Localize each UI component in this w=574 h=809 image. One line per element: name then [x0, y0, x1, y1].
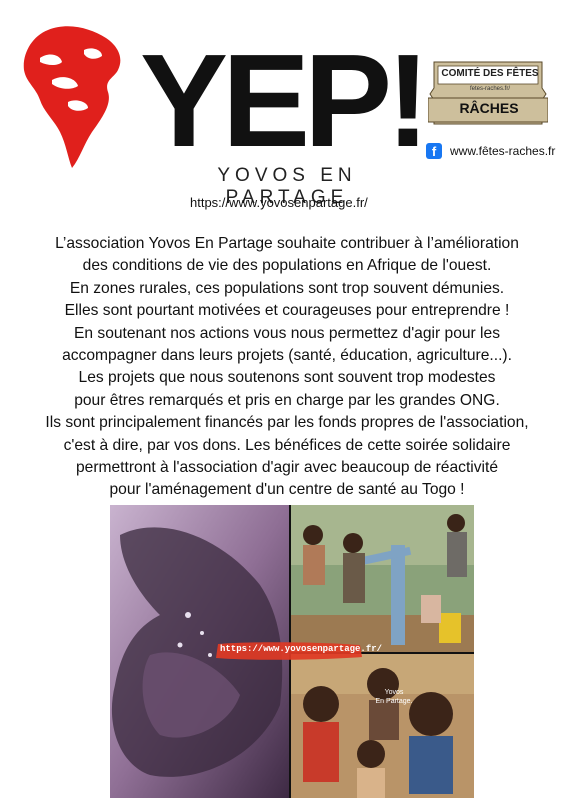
overlay-brand-line: En Partage. — [375, 698, 413, 705]
body-line: L’association Yovos En Partage souhaite … — [55, 235, 519, 252]
page-title: YEP! — [140, 27, 425, 168]
body-line: des conditions de vie des populations en… — [82, 257, 492, 275]
title-text: YEP! — [140, 27, 424, 168]
body-line: pour êtres remarqués et pris en charge p… — [74, 391, 500, 409]
facebook-url[interactable]: www.fêtes-raches.fr — [450, 144, 555, 158]
body-line: c'est à dire, par vos dons. Les bénéfice… — [63, 436, 511, 454]
website-link[interactable]: https://www.yovosenpartage.fr/ — [190, 195, 420, 210]
overlay-url: https://www.yovosenpartage.fr/ — [220, 644, 383, 654]
body-text: L’association Yovos En Partage souhaite … — [6, 233, 568, 502]
body-line: accompagner dans leurs projets (santé, é… — [62, 347, 512, 365]
overlay-brand: Yovos En Partage. — [370, 688, 418, 706]
body-line: Elles sont pourtant motivées et courageu… — [64, 302, 510, 320]
badge-title: COMITÉ DES FÊTES — [441, 68, 539, 79]
body-line: pour l'aménagement d'un centre de santé … — [109, 481, 465, 499]
water-pump-photo — [291, 505, 474, 652]
badge-url: fetes-raches.fr/ — [469, 86, 510, 92]
children-photo — [291, 654, 474, 798]
overlay-brand-line: Yovos — [384, 689, 404, 696]
badge-name: RÂCHES — [459, 100, 519, 116]
africa-hand-logo — [23, 26, 121, 169]
body-line: permettront à l'association d'agir avec … — [75, 459, 499, 477]
body-line: Ils sont principalement financés par les… — [45, 414, 529, 432]
facebook-icon[interactable]: f — [426, 143, 442, 159]
body-line: En soutenant nos actions vous nous perme… — [74, 324, 500, 342]
body-line: Les projets que nous soutenons sont souv… — [78, 369, 496, 387]
body-line: En zones rurales, ces populations sont t… — [69, 279, 505, 297]
